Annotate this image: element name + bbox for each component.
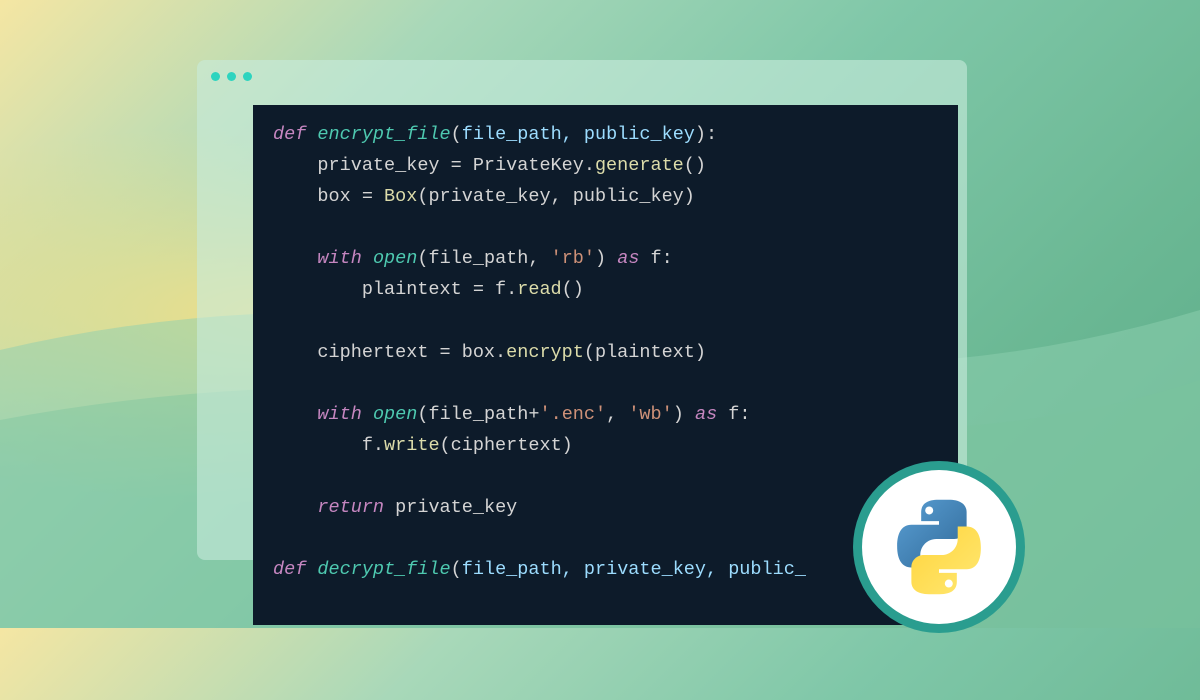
code-token: write: [384, 435, 440, 456]
code-token: ):: [695, 124, 717, 145]
code-token: read: [517, 279, 561, 300]
python-logo-icon: [890, 498, 988, 596]
code-token: ): [673, 404, 695, 425]
code-token: (file_path+: [417, 404, 539, 425]
code-token: ): [595, 248, 617, 269]
code-token: [273, 217, 284, 238]
code-token: 'rb': [551, 248, 595, 269]
code-token: (private_key, public_key): [417, 186, 695, 207]
code-token: (ciphertext): [440, 435, 573, 456]
code-token: private_key: [384, 497, 517, 518]
code-token: 'wb': [628, 404, 672, 425]
code-token: as: [695, 404, 717, 425]
code-line: box = Box(private_key, public_key): [273, 181, 938, 212]
code-token: f.: [273, 435, 384, 456]
code-token: (plaintext): [584, 342, 706, 363]
traffic-light-icon: [211, 72, 220, 81]
code-token: with: [317, 248, 373, 269]
code-line: plaintext = f.read(): [273, 274, 938, 305]
code-token: generate: [595, 155, 684, 176]
code-token: '.enc': [539, 404, 606, 425]
code-token: [273, 404, 317, 425]
code-line: f.write(ciphertext): [273, 430, 938, 461]
code-line: return private_key: [273, 492, 938, 523]
code-token: (file_path,: [417, 248, 550, 269]
code-token: (): [562, 279, 584, 300]
code-token: encrypt: [506, 342, 584, 363]
code-token: def: [273, 559, 317, 580]
traffic-light-icon: [227, 72, 236, 81]
code-line: [273, 368, 938, 399]
code-token: (): [684, 155, 706, 176]
code-token: [273, 528, 284, 549]
code-token: Box: [384, 186, 417, 207]
code-line: [273, 212, 938, 243]
code-token: [273, 497, 317, 518]
code-token: plaintext = f.: [273, 279, 517, 300]
code-line: ciphertext = box.encrypt(plaintext): [273, 337, 938, 368]
code-line: [273, 305, 938, 336]
code-line: with open(file_path, 'rb') as f:: [273, 243, 938, 274]
code-line: [273, 523, 938, 554]
code-line: with open(file_path+'.enc', 'wb') as f:: [273, 399, 938, 430]
code-token: open: [373, 404, 417, 425]
code-token: return: [317, 497, 384, 518]
code-token: [273, 466, 284, 487]
code-token: private_key = PrivateKey.: [273, 155, 595, 176]
code-line: [273, 461, 938, 492]
code-token: box =: [273, 186, 384, 207]
code-token: [273, 373, 284, 394]
window-traffic-lights: [197, 60, 967, 93]
code-token: [273, 248, 317, 269]
traffic-light-icon: [243, 72, 252, 81]
code-token: def: [273, 124, 317, 145]
python-badge: [853, 461, 1025, 633]
code-token: f:: [717, 404, 750, 425]
code-token: ,: [606, 404, 628, 425]
code-token: f:: [639, 248, 672, 269]
code-token: [273, 310, 284, 331]
code-token: file_path, public_key: [462, 124, 695, 145]
code-token: ciphertext = box.: [273, 342, 506, 363]
code-token: with: [317, 404, 373, 425]
code-token: open: [373, 248, 417, 269]
code-token: file_path, private_key, public_: [462, 559, 806, 580]
code-line: def decrypt_file(file_path, private_key,…: [273, 554, 938, 585]
code-token: as: [617, 248, 639, 269]
code-token: decrypt_file: [317, 559, 450, 580]
code-line: def encrypt_file(file_path, public_key):: [273, 119, 938, 150]
code-token: (: [451, 559, 462, 580]
code-token: encrypt_file: [317, 124, 450, 145]
code-line: private_key = PrivateKey.generate(): [273, 150, 938, 181]
badge-inner: [862, 470, 1016, 624]
code-token: (: [451, 124, 462, 145]
